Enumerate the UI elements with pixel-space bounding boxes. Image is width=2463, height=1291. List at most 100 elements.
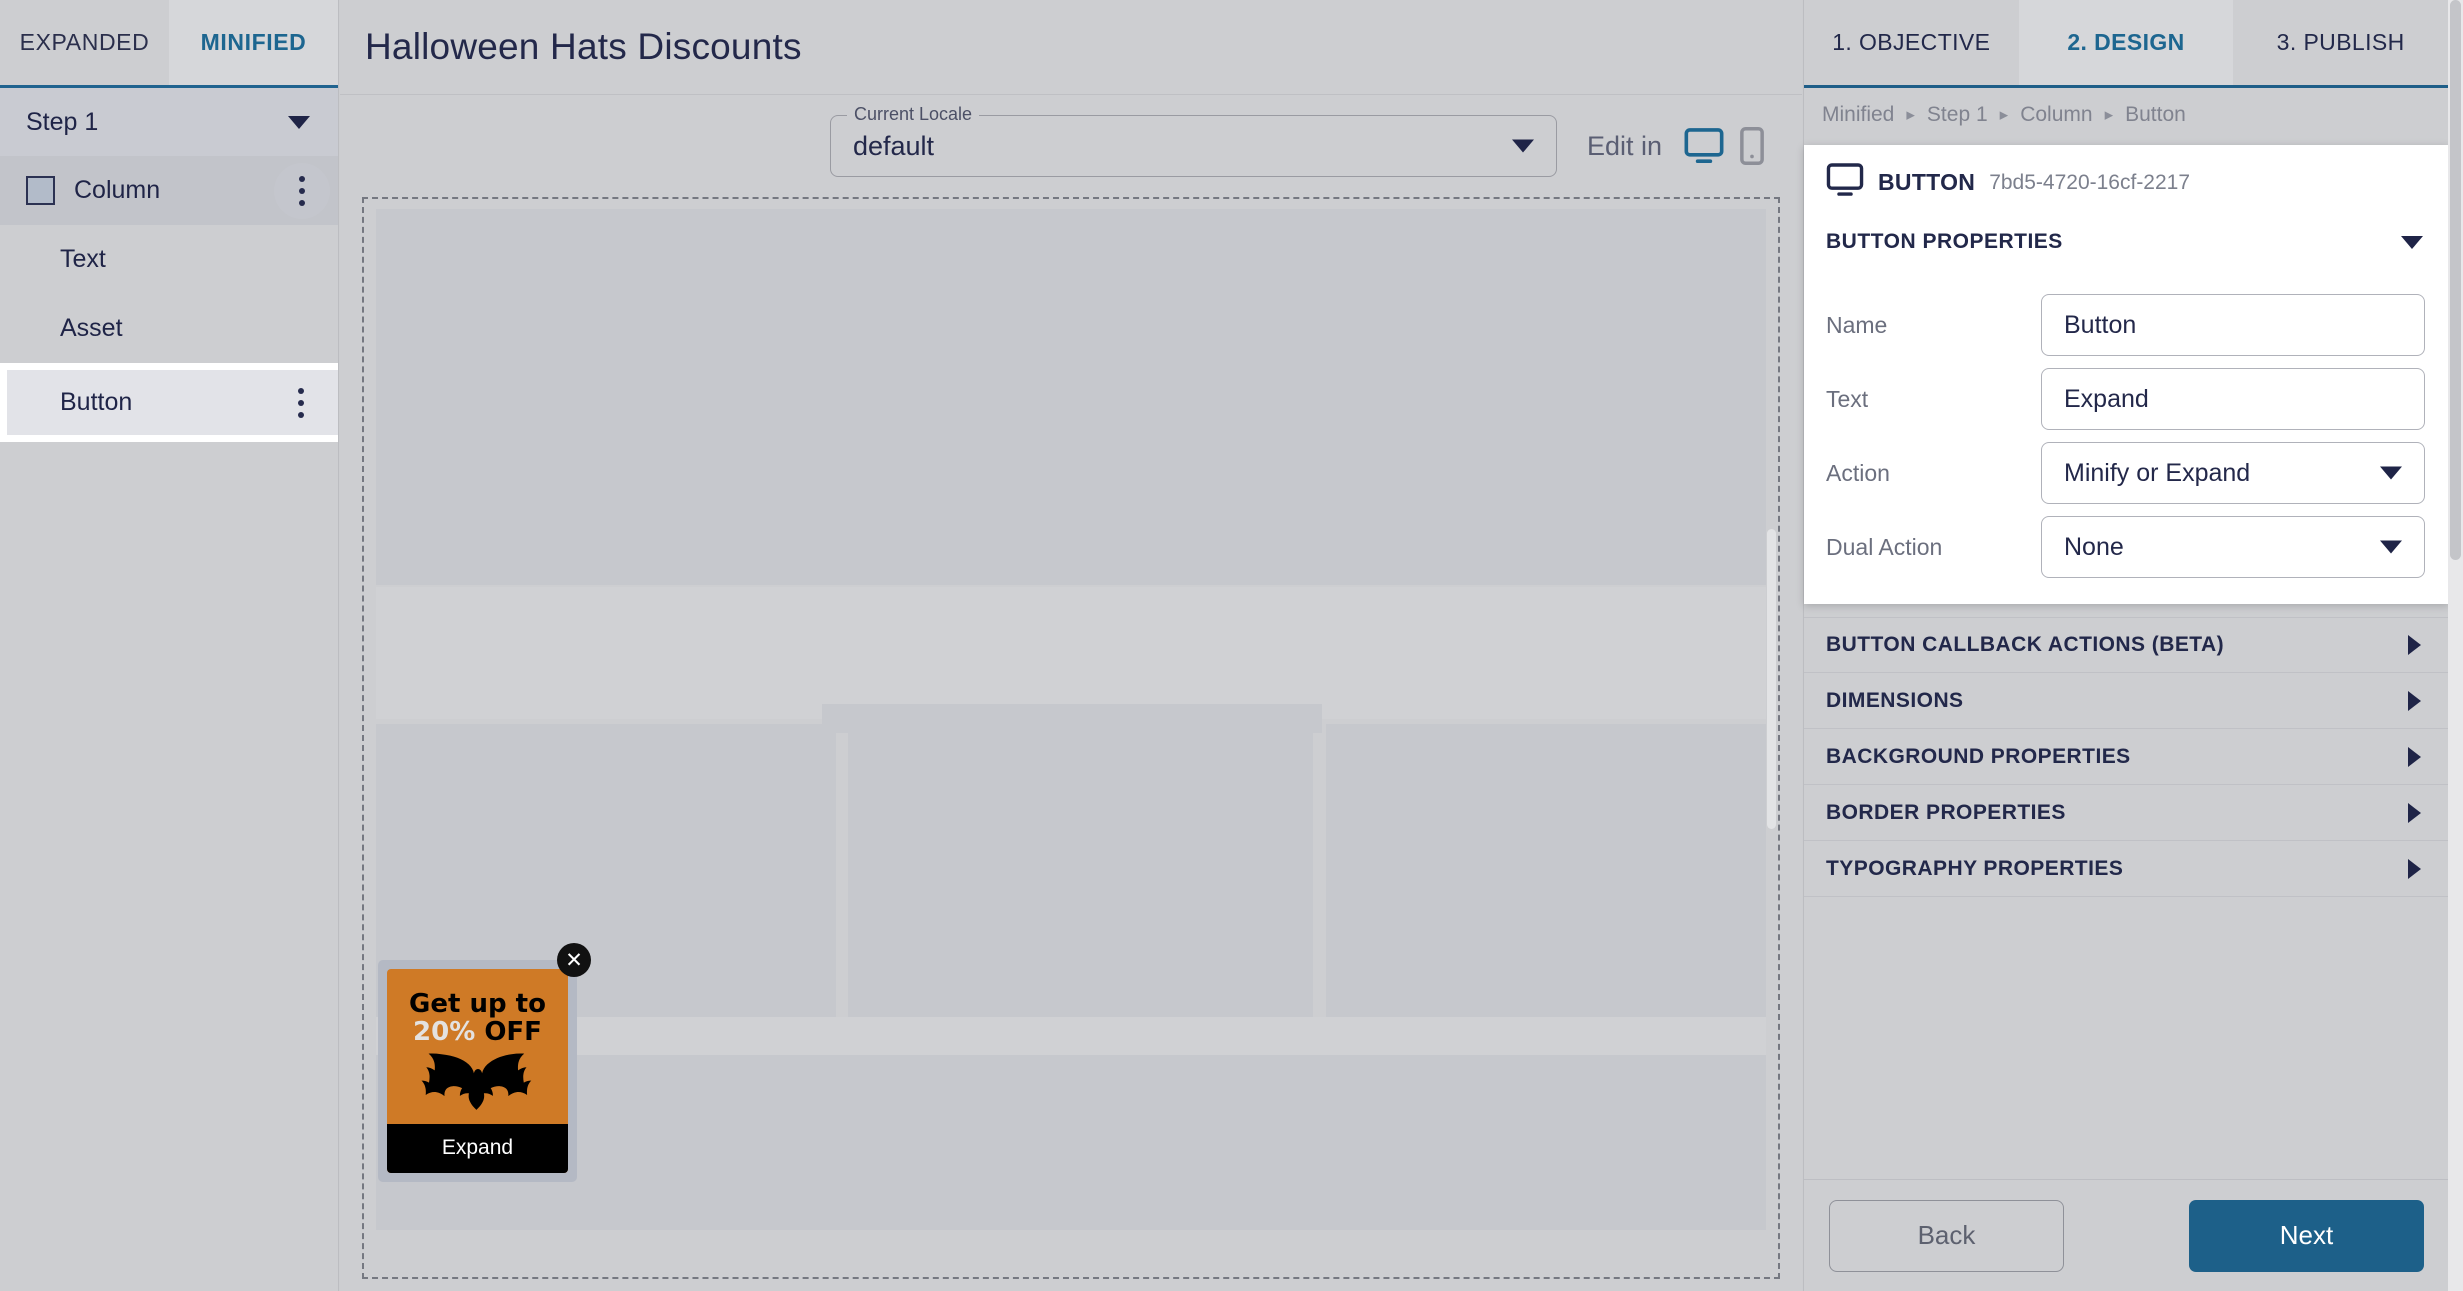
breadcrumb-item-step[interactable]: Step 1 <box>1927 103 1988 127</box>
step-label: Step 1 <box>26 107 99 136</box>
column-swatch-icon <box>26 176 55 205</box>
wizard-footer: Back Next <box>1804 1179 2449 1291</box>
breadcrumb: Minified ▸ Step 1 ▸ Column ▸ Button <box>1804 88 2448 142</box>
accordion-label: TYPOGRAPHY PROPERTIES <box>1826 856 2124 880</box>
field-label: Dual Action <box>1826 533 1943 560</box>
form-row-dual-action: Dual Action None <box>1804 516 2449 578</box>
section-title: BUTTON PROPERTIES <box>1826 230 2063 253</box>
tab-expanded[interactable]: EXPANDED <box>0 0 169 85</box>
name-input[interactable]: Button <box>2041 294 2425 356</box>
tab-design[interactable]: 2. DESIGN <box>2018 0 2234 85</box>
sidebar-tab-strip: EXPANDED MINIFIED <box>0 0 338 88</box>
page-scrollbar-thumb[interactable] <box>2450 0 2461 560</box>
breadcrumb-item-button[interactable]: Button <box>2125 103 2186 127</box>
action-select[interactable]: Minify or Expand <box>2041 442 2425 504</box>
field-label: Name <box>1826 311 1888 338</box>
monitor-icon <box>1826 163 1864 202</box>
placeholder-column-3 <box>1326 724 1766 1017</box>
mobile-icon[interactable] <box>1740 127 1764 165</box>
accordion-label: DIMENSIONS <box>1826 688 1964 712</box>
breadcrumb-separator-icon: ▸ <box>1999 105 2009 124</box>
editor-canvas-panel: Halloween Hats Discounts Current Locale … <box>340 0 1802 1291</box>
layer-item-button[interactable]: Button <box>0 363 338 442</box>
accordion-label: BUTTON CALLBACK ACTIONS (BETA) <box>1826 633 2225 656</box>
accordion-dimensions[interactable]: DIMENSIONS <box>1804 673 2449 729</box>
layer-label: Button <box>60 388 133 416</box>
breadcrumb-item-column[interactable]: Column <box>2020 103 2092 127</box>
layer-label: Column <box>74 176 161 204</box>
locale-legend-label: Current Locale <box>846 104 980 125</box>
canvas-scrollbar[interactable] <box>1767 529 1776 829</box>
back-button[interactable]: Back <box>1829 1199 2064 1272</box>
section-button-properties[interactable]: BUTTON PROPERTIES <box>1804 216 2449 268</box>
popup-expand-button[interactable]: Expand <box>387 1124 568 1173</box>
layer-label: Asset <box>60 314 123 342</box>
accordion-typography-properties[interactable]: TYPOGRAPHY PROPERTIES <box>1804 841 2449 897</box>
next-button[interactable]: Next <box>2189 1199 2424 1272</box>
placeholder-midband <box>376 587 1766 719</box>
accordion-button-callback-actions[interactable]: BUTTON CALLBACK ACTIONS (BETA) <box>1804 617 2449 673</box>
dual-action-select-value: None <box>2064 532 2124 561</box>
popup-discount-percent: 20% <box>413 1016 476 1047</box>
tab-objective[interactable]: 1. OBJECTIVE <box>1804 0 2019 85</box>
placeholder-footer <box>376 1055 1766 1230</box>
properties-sidebar: 1. OBJECTIVE 2. DESIGN 3. PUBLISH Minifi… <box>1803 0 2449 1291</box>
breadcrumb-separator-icon: ▸ <box>1906 105 1915 124</box>
layer-label: Text <box>60 245 106 273</box>
chevron-right-icon <box>2408 690 2421 711</box>
chevron-right-icon <box>2408 858 2421 879</box>
element-header: BUTTON 7bd5-4720-16cf-2217 <box>1804 145 2449 216</box>
layer-item-column[interactable]: Column <box>0 156 338 225</box>
layers-sidebar: EXPANDED MINIFIED Step 1 Column Text Ass… <box>0 0 339 1291</box>
property-accordion-list: BUTTON CALLBACK ACTIONS (BETA) DIMENSION… <box>1804 617 2449 897</box>
field-label: Action <box>1826 459 1890 486</box>
form-row-name: Name Button <box>1804 294 2449 356</box>
chevron-right-icon <box>2408 635 2421 655</box>
layer-menu-button-button[interactable] <box>290 387 312 418</box>
tab-publish[interactable]: 3. PUBLISH <box>2233 0 2448 85</box>
chevron-right-icon <box>2408 802 2421 823</box>
chevron-down-icon <box>1511 139 1534 153</box>
app-root: EXPANDED MINIFIED Step 1 Column Text Ass… <box>0 0 2463 1291</box>
popup-headline-line1: Get up to <box>409 989 546 1019</box>
bat-icon <box>415 1047 541 1124</box>
popup-headline: Get up to 20% OFF <box>409 989 546 1047</box>
accordion-background-properties[interactable]: BACKGROUND PROPERTIES <box>1804 729 2449 785</box>
popup-discount-suffix: OFF <box>475 1016 542 1047</box>
chevron-right-icon <box>2408 746 2421 767</box>
form-row-text: Text Expand <box>1804 368 2449 430</box>
kebab-menu-icon <box>291 175 313 206</box>
wizard-tab-strip: 1. OBJECTIVE 2. DESIGN 3. PUBLISH <box>1804 0 2448 88</box>
tab-minified[interactable]: MINIFIED <box>169 0 338 85</box>
breadcrumb-item-minified[interactable]: Minified <box>1822 103 1894 127</box>
accordion-label: BORDER PROPERTIES <box>1826 800 2066 824</box>
close-icon[interactable]: ✕ <box>557 943 591 977</box>
minified-popup-preview[interactable]: ✕ Get up to 20% OFF Expand <box>378 943 591 1182</box>
text-input[interactable]: Expand <box>2041 368 2425 430</box>
element-uid: 7bd5-4720-16cf-2217 <box>1989 170 2191 194</box>
design-canvas[interactable]: ✕ Get up to 20% OFF Expand <box>362 197 1780 1279</box>
layer-menu-button-column[interactable] <box>274 162 330 219</box>
placeholder-column-2 <box>848 724 1313 1017</box>
action-select-value: Minify or Expand <box>2064 458 2251 487</box>
layer-item-text[interactable]: Text <box>0 225 338 294</box>
dual-action-select[interactable]: None <box>2041 516 2425 578</box>
layer-item-asset[interactable]: Asset <box>0 294 338 363</box>
chevron-down-icon <box>2380 466 2402 480</box>
locale-select[interactable]: Current Locale default <box>829 104 1557 177</box>
breadcrumb-separator-icon: ▸ <box>2104 105 2114 124</box>
field-label: Text <box>1826 385 1869 412</box>
step-selector[interactable]: Step 1 <box>0 88 338 156</box>
canvas-header: Halloween Hats Discounts <box>340 0 1802 95</box>
page-title: Halloween Hats Discounts <box>365 26 802 67</box>
popup-body: Get up to 20% OFF Expand <box>387 969 568 1173</box>
chevron-down-icon <box>288 115 310 129</box>
page-scrollbar[interactable] <box>2448 0 2463 1291</box>
placeholder-hero <box>376 209 1766 585</box>
accordion-border-properties[interactable]: BORDER PROPERTIES <box>1804 785 2449 841</box>
locale-value: default <box>852 130 935 161</box>
accordion-label: BACKGROUND PROPERTIES <box>1826 744 2131 768</box>
chevron-down-icon <box>2380 540 2402 554</box>
form-row-action: Action Minify or Expand <box>1804 442 2449 504</box>
desktop-icon[interactable] <box>1684 128 1724 164</box>
